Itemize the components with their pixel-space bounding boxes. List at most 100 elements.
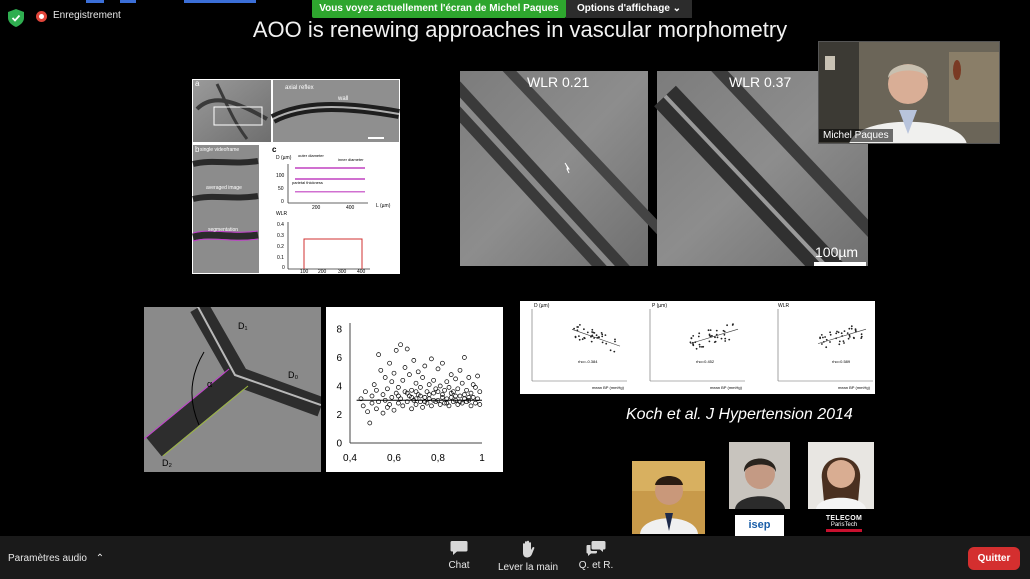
qa-label: Q. et R.	[578, 560, 614, 571]
qa-icon	[586, 541, 606, 556]
koch-point	[591, 328, 594, 331]
koch-point	[822, 336, 824, 339]
scatter-point	[420, 375, 425, 380]
scatter-point	[459, 380, 465, 386]
koch-point	[838, 340, 841, 343]
qa-button[interactable]: Q. et R.	[576, 540, 616, 571]
koch-point	[578, 338, 581, 341]
view-options-button[interactable]: Options d'affichage ⌄	[566, 0, 692, 18]
koch-point	[614, 338, 616, 341]
koch-point	[726, 324, 728, 327]
wlr-right-label: WLR 0.37	[729, 74, 792, 90]
koch-point	[829, 341, 831, 343]
koch-point	[848, 334, 851, 337]
scatter-point	[440, 395, 445, 400]
audio-settings-button[interactable]: Paramètres audio ⌃	[8, 553, 104, 564]
quit-button[interactable]: Quitter	[968, 547, 1020, 570]
bifurcation-figure: D₁ D₀ D₂ α	[143, 302, 325, 472]
scatter-point	[477, 389, 483, 395]
koch-ylabel: P (µm)	[652, 303, 668, 309]
scatter-point	[437, 383, 443, 389]
toolbar-stub	[86, 0, 104, 3]
scatter-point	[369, 400, 375, 406]
telecom-paristech-logo: TELECOM ParisTech	[824, 515, 864, 535]
koch-point	[698, 343, 701, 346]
scatter-point	[396, 400, 401, 406]
x-tick-top-200: 200	[312, 205, 321, 211]
view-options-label: Options d'affichage	[576, 3, 670, 14]
y-tick-bottom: 0.3	[277, 233, 284, 239]
koch-point	[820, 334, 823, 336]
scatter-point	[453, 376, 458, 382]
chevron-down-icon: ⌄	[672, 3, 682, 14]
scatter-point	[380, 410, 386, 416]
koch-point	[846, 332, 849, 334]
y-tick-label: 0	[336, 439, 342, 450]
x-tick-label: 1	[479, 453, 485, 464]
scatter-chart: 0 2 4 6 8 0,4 0,6 0,8 1	[326, 307, 503, 472]
chat-icon	[450, 541, 468, 555]
koch-point	[860, 337, 863, 339]
koch-point	[848, 336, 851, 338]
chevron-up-icon: ⌃	[95, 553, 105, 564]
scatter-point	[400, 403, 406, 409]
koch-point	[583, 336, 586, 339]
koch-point	[819, 337, 821, 340]
x-tick-bottom: 400	[357, 269, 366, 275]
raise-hand-button[interactable]: Lever la main	[496, 540, 560, 573]
x-tick-label: 0,6	[387, 453, 401, 464]
koch-point	[590, 340, 593, 343]
koch-point	[695, 347, 698, 350]
y-tick-top-100: 100	[276, 173, 285, 179]
scatter-point	[400, 377, 406, 383]
koch-point	[825, 346, 828, 349]
koch-rho: rho=0.589	[832, 359, 851, 364]
scatter-point	[389, 379, 395, 385]
scatter-point	[369, 393, 375, 399]
scatter-point	[462, 392, 467, 397]
scatter-point	[455, 402, 461, 407]
koch-rho: rho=-0.384	[578, 359, 598, 364]
slide-title: AOO is renewing approaches in vascular m…	[252, 17, 788, 42]
koch-point	[837, 331, 840, 334]
scatter-point	[371, 382, 377, 387]
audio-settings-label: Paramètres audio	[8, 553, 87, 564]
koch-point	[598, 336, 600, 339]
scatter-point	[442, 387, 447, 393]
scatter-point	[422, 395, 428, 400]
scale-bar	[814, 262, 866, 266]
scatter-point	[396, 385, 401, 390]
averaged-image-label: averaged image	[206, 185, 242, 191]
koch-rho: rho=0.452	[696, 359, 715, 364]
koch-xlabel: mean BP (mmHg)	[592, 385, 624, 390]
koch-point	[824, 336, 826, 338]
scatter-point	[470, 395, 476, 400]
koch-point	[586, 331, 589, 334]
scatter-point	[446, 385, 452, 390]
koch-point	[836, 330, 838, 333]
koch-point	[689, 341, 692, 344]
koch-point	[821, 343, 823, 345]
koch-point	[713, 341, 716, 343]
scatter-point	[385, 386, 390, 392]
koch-point	[842, 340, 845, 342]
koch-point	[583, 328, 585, 331]
x-tick-bottom: 200	[318, 269, 327, 275]
scatter-point	[398, 342, 403, 348]
panel-a-label: a	[195, 79, 200, 88]
scatter-point	[407, 372, 412, 377]
koch-point	[692, 344, 695, 347]
scatter-point	[420, 405, 425, 410]
koch-figure: D (µm) rho=-0.384 mean BP (mmHg) P (µm) …	[520, 301, 875, 394]
recording-icon	[36, 11, 47, 22]
alpha-label: α	[207, 379, 213, 389]
koch-point	[829, 331, 831, 334]
scatter-point	[382, 375, 388, 380]
shield-icon[interactable]	[8, 9, 24, 27]
scatter-point	[426, 382, 432, 387]
paristech-logo-text: ParisTech	[830, 522, 858, 528]
x-tick-label: 0,4	[343, 453, 357, 464]
koch-ylabel: WLR	[778, 303, 790, 309]
koch-point	[701, 346, 703, 348]
chat-button[interactable]: Chat	[444, 540, 474, 571]
